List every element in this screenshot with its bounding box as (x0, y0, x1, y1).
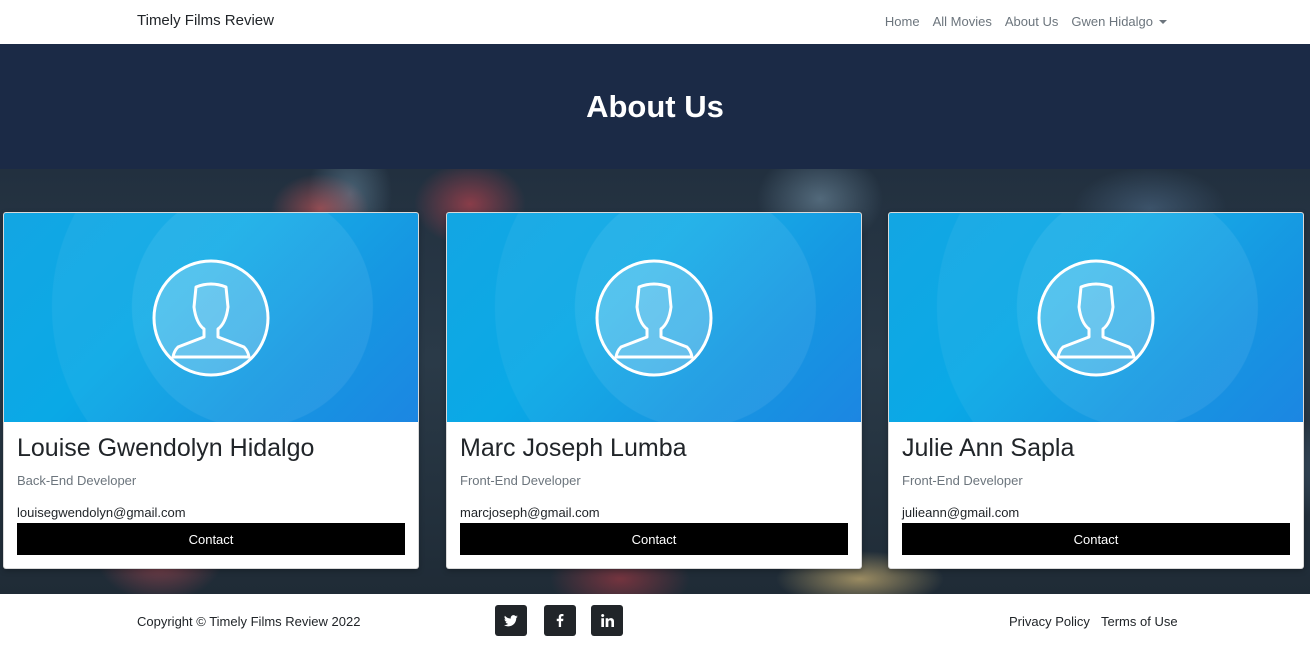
card-body: Julie Ann Sapla Front-End Developer juli… (902, 422, 1290, 521)
member-email: julieann@gmail.com (902, 505, 1020, 520)
card-image (4, 213, 418, 422)
nav-home-link[interactable]: Home (885, 14, 920, 29)
member-name: Julie Ann Sapla (902, 434, 1075, 462)
facebook-button[interactable] (544, 605, 576, 636)
user-avatar-icon (152, 259, 270, 377)
privacy-policy-link[interactable]: Privacy Policy (1009, 614, 1090, 629)
facebook-icon (556, 614, 564, 627)
member-role: Front-End Developer (460, 473, 581, 488)
top-navbar: Timely Films Review Home All Movies Abou… (0, 0, 1310, 44)
team-card: Marc Joseph Lumba Front-End Developer ma… (446, 212, 862, 569)
member-role: Front-End Developer (902, 473, 1023, 488)
twitter-icon (504, 614, 518, 626)
contact-button[interactable]: Contact (17, 523, 405, 555)
contact-button[interactable]: Contact (460, 523, 848, 555)
team-card: Julie Ann Sapla Front-End Developer juli… (888, 212, 1304, 569)
user-dropdown[interactable]: Gwen Hidalgo (1071, 14, 1167, 29)
copyright-text: Copyright © Timely Films Review 2022 (137, 614, 361, 629)
brand-link[interactable]: Timely Films Review (137, 12, 274, 29)
member-email: louisegwendolyn@gmail.com (17, 505, 186, 520)
terms-of-use-link[interactable]: Terms of Use (1101, 614, 1178, 629)
linkedin-button[interactable] (591, 605, 623, 636)
member-name: Louise Gwendolyn Hidalgo (17, 434, 315, 462)
footer: Copyright © Timely Films Review 2022 Pri… (0, 594, 1310, 647)
team-card: Louise Gwendolyn Hidalgo Back-End Develo… (3, 212, 419, 569)
card-image (889, 213, 1303, 422)
user-avatar-icon (1037, 259, 1155, 377)
twitter-button[interactable] (495, 605, 527, 636)
card-body: Marc Joseph Lumba Front-End Developer ma… (460, 422, 848, 521)
nav-about-us-link[interactable]: About Us (1005, 14, 1058, 29)
user-dropdown-label: Gwen Hidalgo (1071, 14, 1153, 29)
linkedin-icon (600, 614, 614, 627)
page-title: About Us (586, 88, 724, 124)
member-email: marcjoseph@gmail.com (460, 505, 600, 520)
contact-button[interactable]: Contact (902, 523, 1290, 555)
nav-all-movies-link[interactable]: All Movies (933, 14, 992, 29)
member-role: Back-End Developer (17, 473, 137, 488)
nav-links: Home All Movies About Us Gwen Hidalgo (872, 14, 1167, 29)
member-name: Marc Joseph Lumba (460, 434, 687, 462)
card-image (447, 213, 861, 422)
user-avatar-icon (595, 259, 713, 377)
hero-banner: About Us (0, 44, 1310, 169)
chevron-down-icon (1159, 19, 1167, 24)
card-body: Louise Gwendolyn Hidalgo Back-End Develo… (17, 422, 405, 521)
